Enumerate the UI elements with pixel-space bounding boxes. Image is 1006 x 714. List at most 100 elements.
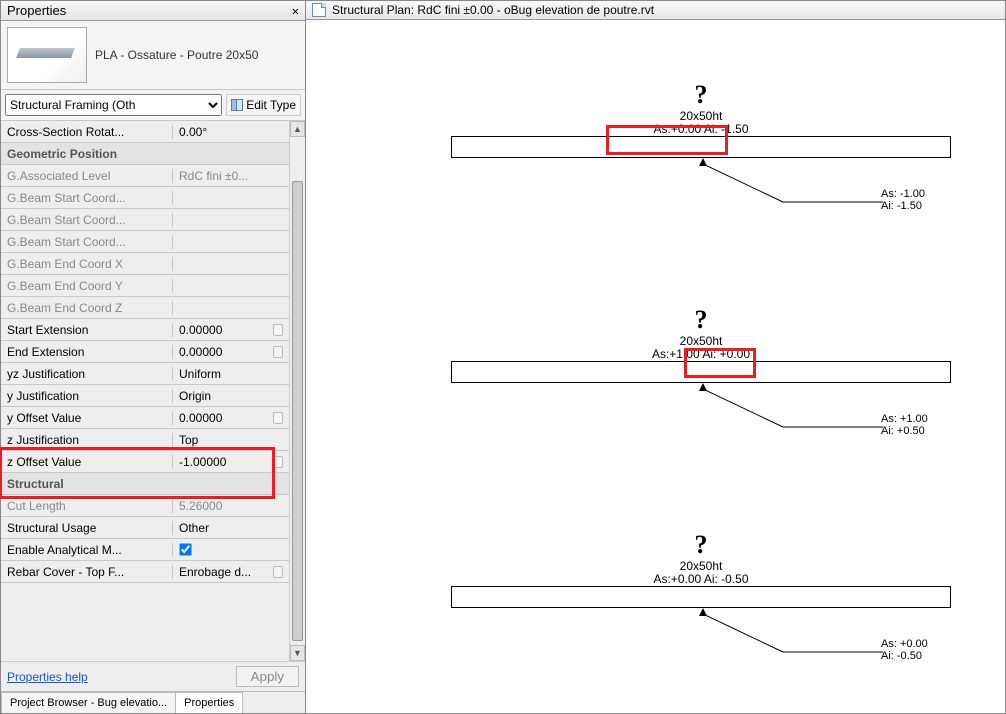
beam-outline[interactable] bbox=[451, 136, 951, 158]
property-label: G.Beam End Coord X bbox=[1, 257, 173, 271]
scroll-thumb[interactable] bbox=[292, 181, 303, 641]
property-label: Enable Analytical M... bbox=[1, 543, 173, 557]
tab-properties[interactable]: Properties bbox=[175, 692, 243, 713]
property-label: G.Beam Start Coord... bbox=[1, 235, 173, 249]
property-value[interactable]: RdC fini ±0... bbox=[173, 169, 289, 183]
question-mark-icon: ? bbox=[451, 530, 951, 560]
property-row[interactable]: z Offset Value-1.00000 bbox=[1, 451, 289, 473]
tab-project-browser[interactable]: Project Browser - Bug elevatio... bbox=[1, 692, 176, 713]
question-mark-icon: ? bbox=[451, 80, 951, 110]
document-icon bbox=[312, 3, 326, 17]
property-row[interactable]: Start Extension0.00000 bbox=[1, 319, 289, 341]
grid-scrollbar[interactable]: ▲ ▼ bbox=[289, 121, 305, 661]
property-row[interactable]: Cross-Section Rotat...0.00° bbox=[1, 121, 289, 143]
beam-instance[interactable]: ?20x50htAs:+0.00 Ai: -0.50As: +0.00Ai: -… bbox=[451, 530, 951, 608]
property-label: G.Beam Start Coord... bbox=[1, 213, 173, 227]
property-label: G.Beam Start Coord... bbox=[1, 191, 173, 205]
beam-instance[interactable]: ?20x50htAs:+0.00 Ai: -1.50As: -1.00Ai: -… bbox=[451, 80, 951, 158]
property-grid: Cross-Section Rotat...0.00° Geometric Pos… bbox=[1, 121, 289, 661]
property-label: G.Beam End Coord Y bbox=[1, 279, 173, 293]
property-value[interactable]: Enrobage d... bbox=[173, 565, 289, 579]
beam-callout: As: +0.00Ai: -0.50 bbox=[881, 638, 928, 662]
beam-label: 20x50htAs:+1.00 Ai: +0.00 bbox=[451, 335, 951, 361]
category-selector[interactable]: Structural Framing (Oth bbox=[5, 94, 222, 116]
property-label: Cross-Section Rotat... bbox=[1, 125, 173, 139]
property-value[interactable]: Top bbox=[173, 433, 289, 447]
property-value[interactable]: -1.00000 bbox=[173, 455, 289, 469]
property-label: z Offset Value bbox=[1, 455, 173, 469]
leader-line bbox=[703, 610, 903, 680]
property-label: y Justification bbox=[1, 389, 173, 403]
edit-type-button[interactable]: Edit Type bbox=[226, 94, 301, 116]
apply-button[interactable]: Apply bbox=[236, 666, 299, 687]
property-label: Structural Usage bbox=[1, 521, 173, 535]
property-label: yz Justification bbox=[1, 367, 173, 381]
property-row[interactable]: Enable Analytical M... bbox=[1, 539, 289, 561]
value-handle-icon[interactable] bbox=[273, 346, 283, 358]
property-label: Start Extension bbox=[1, 323, 173, 337]
property-value[interactable]: 0.00000 bbox=[173, 345, 289, 359]
property-value[interactable]: 0.00000 bbox=[173, 411, 289, 425]
property-label: End Extension bbox=[1, 345, 173, 359]
property-value[interactable]: Origin bbox=[173, 389, 289, 403]
beam-instance[interactable]: ?20x50htAs:+1.00 Ai: +0.00As: +1.00Ai: +… bbox=[451, 305, 951, 383]
property-row[interactable]: G.Beam End Coord X bbox=[1, 253, 289, 275]
property-row: Structural bbox=[1, 473, 289, 495]
beam-label: 20x50htAs:+0.00 Ai: -0.50 bbox=[451, 560, 951, 586]
question-mark-icon: ? bbox=[451, 305, 951, 335]
drawing-canvas[interactable]: ?20x50htAs:+0.00 Ai: -1.50As: -1.00Ai: -… bbox=[306, 20, 1005, 713]
property-label: Geometric Position bbox=[1, 147, 123, 161]
view-window: Structural Plan: RdC fini ±0.00 - oBug e… bbox=[306, 0, 1006, 714]
property-row[interactable]: G.Beam End Coord Z bbox=[1, 297, 289, 319]
property-label: y Offset Value bbox=[1, 411, 173, 425]
property-value[interactable]: 0.00000 bbox=[173, 323, 289, 337]
properties-help-link[interactable]: Properties help bbox=[7, 670, 88, 684]
property-value[interactable] bbox=[173, 543, 289, 556]
property-label: Structural bbox=[1, 477, 70, 491]
property-row[interactable]: Rebar Cover - Top F...Enrobage d... bbox=[1, 561, 289, 583]
property-value[interactable]: 5.26000 bbox=[173, 499, 289, 513]
beam-callout: As: -1.00Ai: -1.50 bbox=[881, 188, 925, 212]
beam-label: 20x50htAs:+0.00 Ai: -1.50 bbox=[451, 110, 951, 136]
property-value[interactable]: 0.00° bbox=[173, 125, 289, 139]
property-value[interactable]: Other bbox=[173, 521, 289, 535]
properties-panel: Properties ✕ PLA - Ossature - Poutre 20x… bbox=[0, 0, 306, 714]
property-row[interactable]: G.Beam Start Coord... bbox=[1, 231, 289, 253]
type-name: PLA - Ossature - Poutre 20x50 bbox=[95, 48, 258, 62]
property-row[interactable]: yz JustificationUniform bbox=[1, 363, 289, 385]
value-handle-icon[interactable] bbox=[273, 456, 283, 468]
analytical-checkbox[interactable] bbox=[179, 543, 191, 555]
property-row[interactable]: G.Beam Start Coord... bbox=[1, 209, 289, 231]
type-thumbnail bbox=[7, 27, 87, 83]
property-row[interactable]: G.Beam End Coord Y bbox=[1, 275, 289, 297]
property-row[interactable]: y JustificationOrigin bbox=[1, 385, 289, 407]
property-row: Geometric Position bbox=[1, 143, 289, 165]
value-handle-icon[interactable] bbox=[273, 412, 283, 424]
property-row[interactable]: z JustificationTop bbox=[1, 429, 289, 451]
palette-tabs: Project Browser - Bug elevatio... Proper… bbox=[1, 691, 305, 713]
property-label: G.Beam End Coord Z bbox=[1, 301, 173, 315]
beam-outline[interactable] bbox=[451, 361, 951, 383]
property-row[interactable]: End Extension0.00000 bbox=[1, 341, 289, 363]
property-value[interactable]: Uniform bbox=[173, 367, 289, 381]
beam-outline[interactable] bbox=[451, 586, 951, 608]
value-handle-icon[interactable] bbox=[273, 324, 283, 336]
scroll-up-icon[interactable]: ▲ bbox=[290, 121, 305, 137]
edit-type-icon bbox=[231, 99, 243, 111]
type-header[interactable]: PLA - Ossature - Poutre 20x50 bbox=[1, 21, 305, 90]
property-label: G.Associated Level bbox=[1, 169, 173, 183]
view-title-text: Structural Plan: RdC fini ±0.00 - oBug e… bbox=[332, 3, 654, 17]
property-row[interactable]: y Offset Value0.00000 bbox=[1, 407, 289, 429]
property-row[interactable]: Cut Length5.26000 bbox=[1, 495, 289, 517]
property-row[interactable]: Structural UsageOther bbox=[1, 517, 289, 539]
scroll-down-icon[interactable]: ▼ bbox=[290, 645, 305, 661]
properties-title-bar: Properties ✕ bbox=[1, 1, 305, 21]
property-label: Rebar Cover - Top F... bbox=[1, 565, 173, 579]
panel-title-text: Properties bbox=[7, 3, 66, 18]
value-handle-icon[interactable] bbox=[273, 566, 283, 578]
property-label: Cut Length bbox=[1, 499, 173, 513]
property-row[interactable]: G.Beam Start Coord... bbox=[1, 187, 289, 209]
property-label: z Justification bbox=[1, 433, 173, 447]
close-icon[interactable]: ✕ bbox=[292, 4, 299, 18]
property-row[interactable]: G.Associated LevelRdC fini ±0... bbox=[1, 165, 289, 187]
